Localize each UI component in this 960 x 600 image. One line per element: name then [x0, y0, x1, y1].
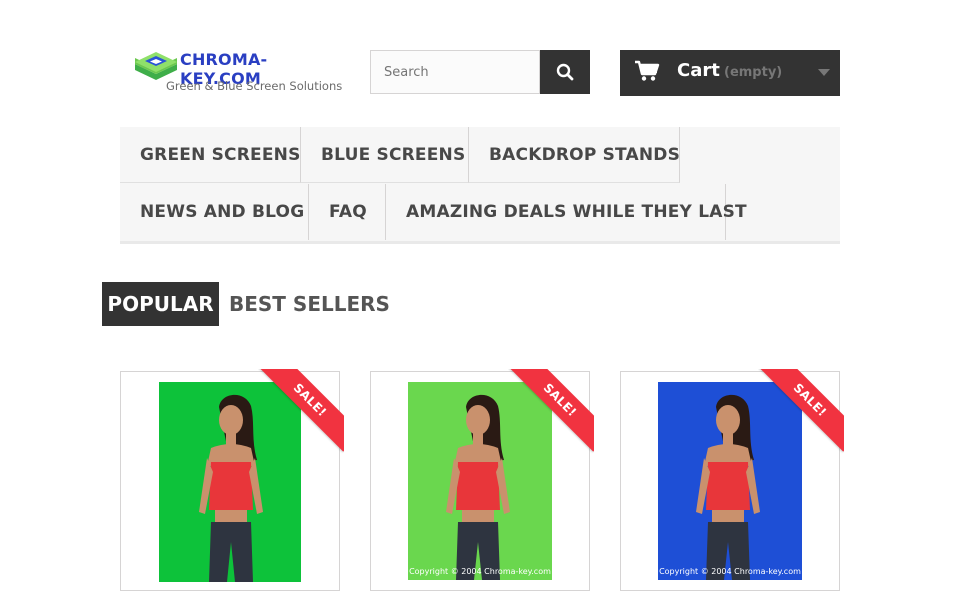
search-button[interactable]: [540, 50, 590, 94]
image-copyright: Copyright © 2004 Chroma-key.com: [659, 567, 801, 576]
product-card[interactable]: SALE!: [120, 369, 344, 591]
logo-subtitle: Green & Blue Screen Solutions: [166, 79, 343, 93]
cart-label: Cart: [677, 60, 720, 81]
sale-badge: SALE!: [508, 369, 594, 452]
search-input[interactable]: [371, 51, 539, 93]
tab-popular[interactable]: POPULAR: [102, 282, 219, 326]
tab-best-sellers[interactable]: BEST SELLERS: [229, 282, 390, 326]
cart-status: (empty): [724, 65, 783, 80]
site-logo[interactable]: CHROMA-KEY.COM Green & Blue Screen Solut…: [133, 48, 343, 98]
search-icon: [556, 63, 574, 81]
sale-badge: SALE!: [758, 369, 844, 452]
search-field[interactable]: [370, 50, 540, 94]
sale-ribbon: SALE!: [508, 369, 594, 455]
cart-button[interactable]: Cart (empty): [620, 50, 840, 96]
product-card[interactable]: Copyright © 2004 Chroma-key.com SALE!: [370, 369, 594, 591]
product-card[interactable]: Copyright © 2004 Chroma-key.com SALE!: [620, 369, 844, 591]
main-menu: GREEN SCREENS BLUE SCREENS BACKDROP STAN…: [120, 127, 840, 244]
sale-ribbon: SALE!: [758, 369, 844, 455]
menu-item-amazing-deals[interactable]: AMAZING DEALS WHILE THEY LAST: [386, 184, 747, 240]
menu-item-blue-screens[interactable]: BLUE SCREENS: [301, 127, 469, 183]
menu-item-news-and-blog[interactable]: NEWS AND BLOG: [120, 184, 309, 240]
shopping-cart-icon: [635, 60, 660, 81]
menu-item-backdrop-stands[interactable]: BACKDROP STANDS: [469, 127, 680, 183]
sale-ribbon: SALE!: [258, 369, 344, 455]
image-copyright: Copyright © 2004 Chroma-key.com: [409, 567, 551, 576]
menu-row-1: GREEN SCREENS BLUE SCREENS BACKDROP STAN…: [120, 127, 680, 183]
sale-badge: SALE!: [258, 369, 344, 452]
menu-row-2: NEWS AND BLOG FAQ AMAZING DEALS WHILE TH…: [120, 184, 747, 240]
chevron-down-icon: [818, 69, 830, 76]
menu-item-faq[interactable]: FAQ: [309, 184, 386, 240]
menu-item-green-screens[interactable]: GREEN SCREENS: [120, 127, 301, 183]
